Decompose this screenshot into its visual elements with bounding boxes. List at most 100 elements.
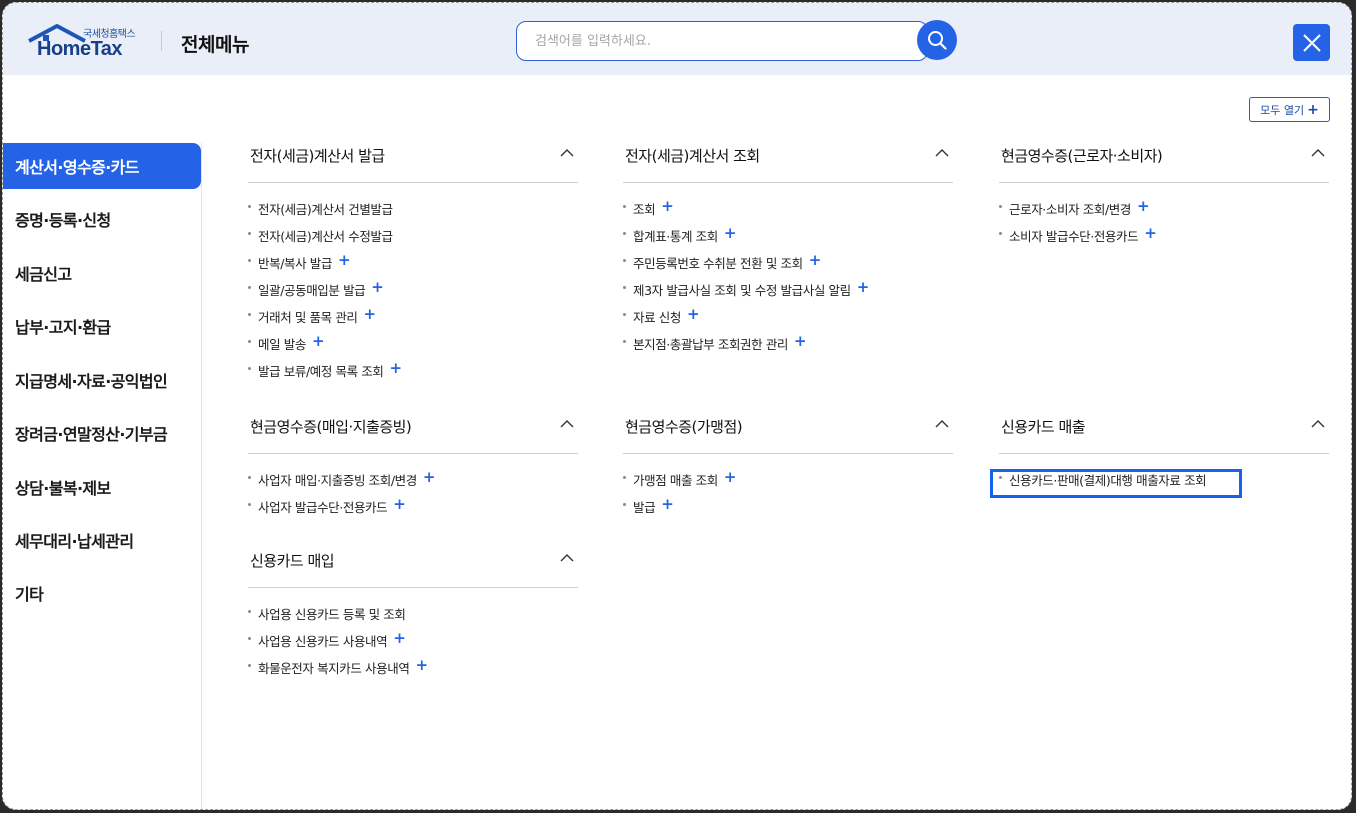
logo-text: HomeTax — [37, 38, 123, 60]
menu-item[interactable]: 소비자 발급수단·전용카드 + — [999, 226, 1329, 253]
section-cash-receipt-consumer: 현금영수증(근로자·소비자) 근로자·소비자 조회/변경 + 소비자 발급수단·전… — [999, 143, 1329, 253]
plus-icon[interactable]: + — [393, 631, 406, 646]
section-list: 조회 + 합계표·통계 조회 + 주민등록번호 수취분 전환 및 조회 + 제3자 발… — [623, 199, 953, 361]
menu-item[interactable]: 거래처 및 품목 관리 + — [248, 307, 578, 334]
menu-item[interactable]: 사업자 매입·지출증빙 조회/변경 + — [248, 470, 578, 497]
section-header[interactable]: 신용카드 매출 — [999, 414, 1329, 454]
chevron-up-icon[interactable] — [935, 419, 949, 429]
open-all-button[interactable]: 모두 열기 + — [1249, 97, 1330, 122]
plus-icon[interactable]: + — [724, 470, 737, 485]
section-header[interactable]: 전자(세금)계산서 조회 — [623, 143, 953, 183]
section-list: 사업자 매입·지출증빙 조회/변경 + 사업자 발급수단·전용카드 + — [248, 470, 578, 524]
chevron-up-icon[interactable] — [935, 148, 949, 158]
section-list: 근로자·소비자 조회/변경 + 소비자 발급수단·전용카드 + — [999, 199, 1329, 253]
section-title: 신용카드 매입 — [250, 552, 335, 570]
menu-item[interactable]: 사업용 신용카드 등록 및 조회 — [248, 604, 578, 631]
open-all-label: 모두 열기 — [1260, 103, 1305, 117]
sidebar-item-other[interactable]: 기타 — [3, 570, 201, 616]
menu-item[interactable]: 자료 신청 + — [623, 307, 953, 334]
plus-icon[interactable]: + — [809, 253, 822, 268]
menu-item[interactable]: 메일 발송 + — [248, 334, 578, 361]
chevron-up-icon[interactable] — [1311, 148, 1325, 158]
menu-item[interactable]: 근로자·소비자 조회/변경 + — [999, 199, 1329, 226]
section-list: 전자(세금)계산서 건별발급 전자(세금)계산서 수정발급 반복/복사 발급 + … — [248, 199, 578, 388]
menu-item[interactable]: 사업용 신용카드 사용내역 + — [248, 631, 578, 658]
sidebar-divider — [201, 143, 202, 809]
search-input[interactable] — [516, 21, 928, 61]
section-title: 전자(세금)계산서 발급 — [250, 147, 385, 165]
plus-icon[interactable]: + — [393, 497, 406, 512]
menu-item[interactable]: 발급 + — [623, 497, 953, 524]
chevron-up-icon[interactable] — [560, 419, 574, 429]
plus-icon[interactable]: + — [687, 307, 700, 322]
hometax-logo[interactable]: 국세청홈택스 HomeTax — [27, 23, 142, 61]
sidebar-item-receipts-cards[interactable]: 계산서·영수증·카드 — [3, 143, 201, 189]
header: 국세청홈택스 HomeTax 전체메뉴 — [3, 3, 1351, 75]
plus-icon[interactable]: + — [857, 280, 870, 295]
sidebar-item-tax-agent[interactable]: 세무대리·납세관리 — [3, 517, 201, 563]
section-header[interactable]: 현금영수증(가맹점) — [623, 414, 953, 454]
menu-window: 국세청홈택스 HomeTax 전체메뉴 모두 열기 + 계산서·영수증·카드 증… — [2, 2, 1352, 810]
plus-icon[interactable]: + — [371, 280, 384, 295]
close-icon — [1302, 33, 1321, 52]
sidebar-item-statements[interactable]: 지급명세·자료·공익법인 — [3, 357, 201, 403]
menu-item[interactable]: 전자(세금)계산서 수정발급 — [248, 226, 578, 253]
section-header[interactable]: 현금영수증(근로자·소비자) — [999, 143, 1329, 183]
section-header[interactable]: 현금영수증(매입·지출증빙) — [248, 414, 578, 454]
menu-item[interactable]: 화물운전자 복지카드 사용내역 + — [248, 658, 578, 685]
menu-item[interactable]: 반복/복사 발급 + — [248, 253, 578, 280]
plus-icon[interactable]: + — [390, 361, 403, 376]
sidebar-item-payment[interactable]: 납부·고지·환급 — [3, 303, 201, 349]
menu-item[interactable]: 사업자 발급수단·전용카드 + — [248, 497, 578, 524]
menu-item[interactable]: 주민등록번호 수취분 전환 및 조회 + — [623, 253, 953, 280]
plus-icon[interactable]: + — [423, 470, 436, 485]
section-title: 현금영수증(가맹점) — [625, 418, 743, 436]
chevron-up-icon[interactable] — [560, 148, 574, 158]
menu-item[interactable]: 본지점·총괄납부 조회권한 관리 + — [623, 334, 953, 361]
plus-icon[interactable]: + — [338, 253, 351, 268]
header-divider — [161, 31, 162, 51]
plus-icon[interactable]: + — [661, 497, 674, 512]
chevron-up-icon[interactable] — [560, 553, 574, 563]
menu-item[interactable]: 가맹점 매출 조회 + — [623, 470, 953, 497]
plus-icon[interactable]: + — [364, 307, 377, 322]
plus-icon[interactable]: + — [1144, 226, 1157, 241]
section-e-invoice-lookup: 전자(세금)계산서 조회 조회 + 합계표·통계 조회 + 주민등록번호 수취분 전… — [623, 143, 953, 361]
selected-item-highlight — [990, 469, 1242, 498]
plus-icon[interactable]: + — [312, 334, 325, 349]
section-title: 현금영수증(근로자·소비자) — [1001, 147, 1163, 165]
sidebar-item-consultation[interactable]: 상담·불복·제보 — [3, 464, 201, 510]
sidebar: 계산서·영수증·카드 증명·등록·신청 세금신고 납부·고지·환급 지급명세·자… — [3, 143, 201, 809]
section-list: 사업용 신용카드 등록 및 조회 사업용 신용카드 사용내역 + 화물운전자 복지… — [248, 604, 578, 685]
menu-item[interactable]: 조회 + — [623, 199, 953, 226]
menu-item[interactable]: 전자(세금)계산서 건별발급 — [248, 199, 578, 226]
search-button[interactable] — [917, 20, 957, 60]
menu-item[interactable]: 합계표·통계 조회 + — [623, 226, 953, 253]
section-header[interactable]: 전자(세금)계산서 발급 — [248, 143, 578, 183]
plus-icon[interactable]: + — [661, 199, 674, 214]
section-list: 가맹점 매출 조회 + 발급 + — [623, 470, 953, 524]
plus-icon: + — [1307, 101, 1319, 118]
section-cash-receipt-purchase: 현금영수증(매입·지출증빙) 사업자 매입·지출증빙 조회/변경 + 사업자 발급… — [248, 414, 578, 524]
plus-icon[interactable]: + — [415, 658, 428, 673]
section-e-invoice-issue: 전자(세금)계산서 발급 전자(세금)계산서 건별발급 전자(세금)계산서 수정… — [248, 143, 578, 388]
section-cash-receipt-merchant: 현금영수증(가맹점) 가맹점 매출 조회 + 발급 + — [623, 414, 953, 524]
sidebar-item-incentives[interactable]: 장려금·연말정산·기부금 — [3, 410, 201, 456]
sidebar-item-certificates[interactable]: 증명·등록·신청 — [3, 196, 201, 242]
section-title: 전자(세금)계산서 조회 — [625, 147, 760, 165]
chevron-up-icon[interactable] — [1311, 419, 1325, 429]
menu-item[interactable]: 제3자 발급사실 조회 및 수정 발급사실 알림 + — [623, 280, 953, 307]
section-title: 현금영수증(매입·지출증빙) — [250, 418, 412, 436]
page-title: 전체메뉴 — [181, 34, 249, 56]
search-icon — [928, 31, 947, 50]
close-button[interactable] — [1293, 24, 1330, 61]
plus-icon[interactable]: + — [1137, 199, 1150, 214]
sidebar-item-tax-filing[interactable]: 세금신고 — [3, 250, 201, 296]
plus-icon[interactable]: + — [794, 334, 807, 349]
plus-icon[interactable]: + — [724, 226, 737, 241]
section-credit-card-purchase: 신용카드 매입 사업용 신용카드 등록 및 조회 사업용 신용카드 사용내역 + … — [248, 548, 578, 685]
section-header[interactable]: 신용카드 매입 — [248, 548, 578, 588]
menu-item[interactable]: 일괄/공동매입분 발급 + — [248, 280, 578, 307]
menu-item[interactable]: 발급 보류/예정 목록 조회 + — [248, 361, 578, 388]
section-title: 신용카드 매출 — [1001, 418, 1086, 436]
